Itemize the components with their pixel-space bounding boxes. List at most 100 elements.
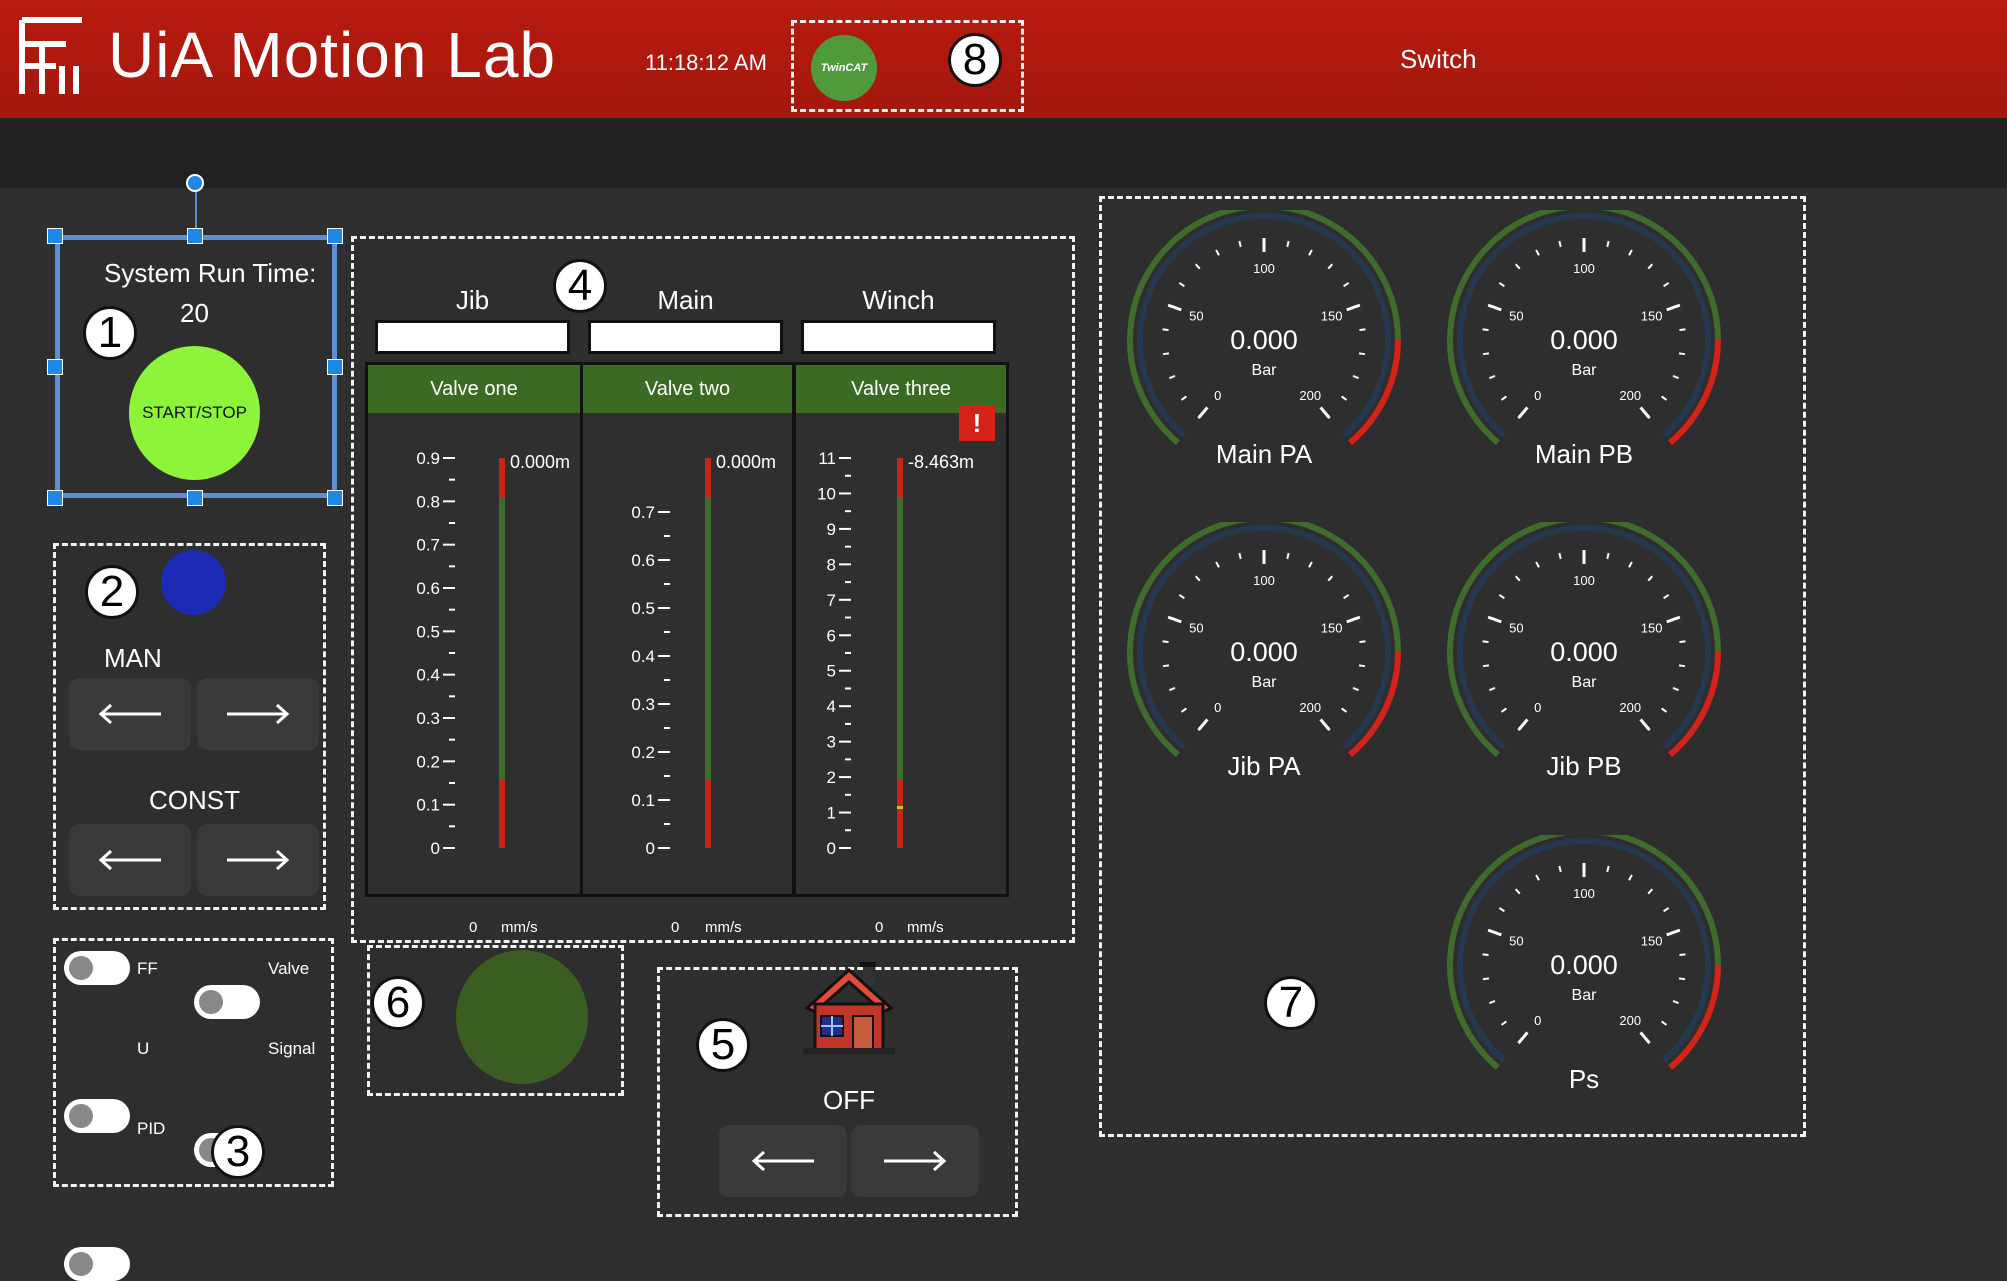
scale-tick-label: 3 <box>827 733 836 752</box>
gauge-value: 0.000 <box>1230 637 1298 667</box>
column-main-label: Main <box>657 285 714 315</box>
toggle-ff[interactable] <box>64 951 130 985</box>
gauge-tick <box>1672 1000 1679 1005</box>
scale-tick-label: 11 <box>818 449 836 468</box>
toggle-u-label: U <box>137 1039 150 1058</box>
home-icon[interactable] <box>799 960 899 1060</box>
valve-scale-svg: 11109876543210-8.463m <box>817 449 974 858</box>
toggle-knob <box>69 1252 93 1276</box>
gauge-value: 0.000 <box>1550 325 1618 355</box>
scale-tick-label: 0.1 <box>416 796 440 815</box>
gauge-tick <box>1678 352 1686 356</box>
gauge-tick <box>1341 395 1348 401</box>
scale-tick-label: 1 <box>827 804 836 823</box>
home-state-label: OFF <box>823 1085 875 1115</box>
gauge-tick <box>1327 575 1333 582</box>
resize-handle[interactable] <box>327 359 343 375</box>
scale-tick-label: 0.6 <box>631 551 655 570</box>
badge-3: 3 <box>211 1125 265 1179</box>
toggle-valve[interactable] <box>194 985 260 1019</box>
gauge-tick-label: 100 <box>1573 261 1595 276</box>
uia-logo-icon <box>16 14 88 100</box>
gauge-tick <box>1517 1031 1529 1045</box>
gauge-tick <box>1498 594 1505 600</box>
mode-indicator-light <box>161 550 226 615</box>
resize-handle[interactable] <box>327 490 343 506</box>
gauge-tick <box>1308 561 1313 568</box>
winch-speed-value: 0 <box>875 919 884 936</box>
valve-reading: 0.000m <box>716 452 776 472</box>
winch-input[interactable] <box>801 320 996 354</box>
gauge-tick <box>1639 1031 1651 1045</box>
gauge-tick <box>1162 328 1169 331</box>
gauge-tick <box>1352 687 1359 692</box>
gauge-tick <box>1482 953 1489 956</box>
scale-tick-label: 0 <box>431 839 440 858</box>
gauge-tick-label: 50 <box>1189 308 1203 323</box>
valve-one-scale: 0.9 0.8 0.7 0.6 0.5 0.4 0.3 0.2 0.1 0 0.000m <box>368 413 580 893</box>
home-left-button[interactable] <box>719 1125 847 1197</box>
resize-handle[interactable] <box>187 228 203 244</box>
gauge-tick-label: 0 <box>1214 388 1221 403</box>
gauge-tick <box>1558 552 1562 560</box>
gauge-tick <box>1215 561 1220 568</box>
const-left-button[interactable] <box>69 824 191 896</box>
toggle-u[interactable] <box>64 1099 130 1133</box>
toggle-pid[interactable] <box>64 1247 130 1281</box>
scale-tick-label: 5 <box>827 662 836 681</box>
resize-handle[interactable] <box>187 490 203 506</box>
const-right-button[interactable] <box>197 824 319 896</box>
valve-scale-svg: 0.9 0.8 0.7 0.6 0.5 0.4 0.3 0.2 0.1 0 0.000m <box>416 449 570 858</box>
resize-handle[interactable] <box>47 490 63 506</box>
resize-handle[interactable] <box>47 228 63 244</box>
gauge-tick <box>1482 640 1489 643</box>
scale-tick-label: 8 <box>827 555 836 574</box>
resize-handle[interactable] <box>327 228 343 244</box>
gauge-tick <box>1679 953 1686 956</box>
gauge-tick <box>1482 352 1490 356</box>
gauge-tick <box>1215 249 1220 256</box>
start-stop-label: START/STOP <box>142 403 247 422</box>
home-right-button[interactable] <box>851 1125 979 1197</box>
man-right-button[interactable] <box>197 678 319 750</box>
gauge-tick <box>1178 594 1185 600</box>
jib-input[interactable] <box>375 320 570 354</box>
gauge-tick <box>1319 406 1331 420</box>
gauge-tick-label: 150 <box>1321 620 1343 635</box>
scale-tick-label: 0 <box>827 839 836 858</box>
const-label: CONST <box>149 785 240 815</box>
scale-tick-label: 0.4 <box>631 647 655 666</box>
gauge-tick <box>1628 249 1633 256</box>
resize-handle[interactable] <box>47 359 63 375</box>
gauge-tick <box>1489 1000 1496 1005</box>
gauge-tick <box>1678 664 1686 668</box>
gauge-tick <box>1647 263 1653 270</box>
main-input[interactable] <box>588 320 783 354</box>
badge-8: 8 <box>948 33 1002 87</box>
scale-tick-label: 9 <box>827 520 836 539</box>
gauge-tick <box>1327 263 1333 270</box>
gauge-tick-label: 100 <box>1573 886 1595 901</box>
gauge-tick <box>1661 1020 1668 1026</box>
gauge-tick <box>1482 977 1490 981</box>
status-indicator-light <box>456 950 588 1084</box>
selection-rotate-handle[interactable] <box>186 174 204 192</box>
man-left-button[interactable] <box>69 678 191 750</box>
valve-panel-two: Valve two 0.7 0.6 0.5 0.4 0.3 0.2 0.1 0 0.000m <box>580 362 795 897</box>
scale-tick-label: 0.4 <box>416 666 440 685</box>
start-stop-button[interactable]: START/STOP <box>129 346 260 480</box>
switch-link[interactable]: Switch <box>1400 44 1477 75</box>
valve-three-alert-icon[interactable]: ! <box>959 405 995 441</box>
gauge-tick <box>1515 263 1521 270</box>
scale-tick-label: 0.5 <box>416 622 440 641</box>
gauge-tick <box>1515 575 1521 582</box>
gauge-tick <box>1180 707 1187 713</box>
badge-7: 7 <box>1264 976 1318 1030</box>
scale-tick-label: 0.6 <box>416 579 440 598</box>
twincat-status-button[interactable]: TwinCAT <box>811 35 877 101</box>
gauge-unit: Bar <box>1572 987 1598 1004</box>
toggle-pid-label: PID <box>137 1119 166 1138</box>
gauge-tick <box>1515 888 1521 895</box>
limit-zone <box>897 780 903 848</box>
scale-tick-label: 0.1 <box>631 791 655 810</box>
